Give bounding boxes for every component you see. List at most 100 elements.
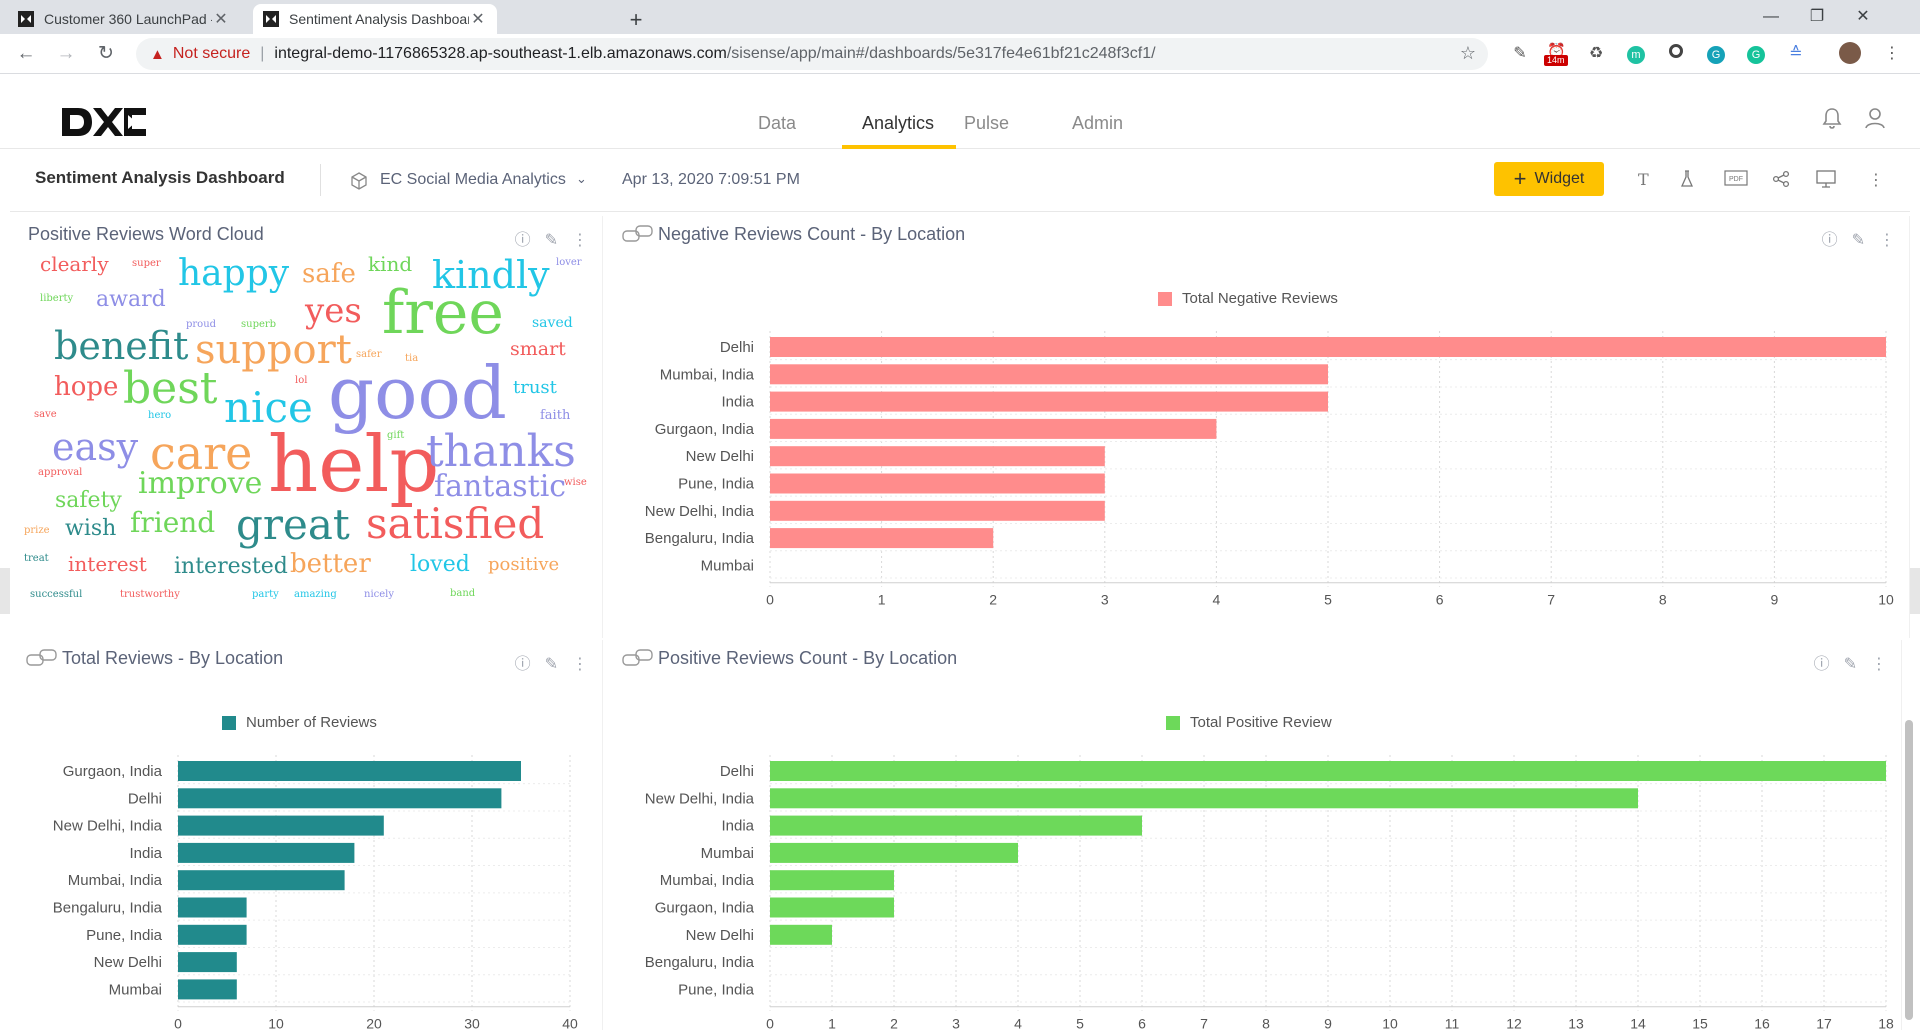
word-cloud-word[interactable]: best — [123, 367, 217, 411]
word-cloud-word[interactable]: great — [236, 504, 350, 546]
datasource-selector[interactable]: EC Social Media Analytics — [380, 171, 566, 189]
word-cloud-word[interactable]: amazing — [294, 590, 337, 600]
share-icon[interactable] — [1772, 170, 1790, 193]
widget-title[interactable]: Negative Reviews Count - By Location — [658, 224, 965, 244]
chevron-down-icon[interactable]: ⌄ — [576, 171, 587, 187]
widget-menu-icon[interactable]: ⋮ — [1879, 232, 1895, 249]
widget-menu-icon[interactable]: ⋮ — [1871, 656, 1887, 673]
word-cloud-word[interactable]: safe — [302, 261, 356, 287]
word-cloud-word[interactable]: improve — [138, 469, 262, 499]
profile-avatar-icon[interactable] — [1838, 42, 1862, 66]
word-cloud-word[interactable]: benefit — [54, 327, 188, 365]
info-icon[interactable]: ⓘ — [515, 232, 531, 249]
nav-analytics[interactable]: Analytics — [862, 113, 934, 134]
tab-close-icon[interactable]: ✕ — [469, 9, 487, 29]
word-cloud-word[interactable]: hero — [148, 411, 171, 421]
chrome-menu-icon[interactable]: ⋮ — [1880, 42, 1904, 66]
grammarly-green-icon[interactable]: G — [1744, 42, 1768, 66]
bar[interactable] — [178, 897, 247, 918]
grammarly-icon[interactable]: G — [1704, 42, 1728, 66]
bar[interactable] — [770, 870, 894, 891]
nav-pulse[interactable]: Pulse — [964, 113, 1009, 134]
info-icon[interactable]: ⓘ — [515, 656, 531, 673]
word-cloud-word[interactable]: wise — [564, 478, 587, 488]
nav-admin[interactable]: Admin — [1072, 113, 1123, 134]
widget-title[interactable]: Total Reviews - By Location — [62, 648, 283, 668]
bar[interactable] — [770, 446, 1105, 467]
word-cloud-word[interactable]: safety — [55, 490, 122, 512]
word-cloud-word[interactable]: band — [450, 589, 475, 599]
word-cloud-word[interactable]: party — [252, 590, 279, 600]
bar[interactable] — [770, 500, 1105, 521]
edit-pencil-icon[interactable]: ✎ — [545, 232, 558, 249]
word-cloud-word[interactable]: kind — [368, 254, 412, 274]
word-cloud-word[interactable]: trustworthy — [120, 590, 180, 600]
info-icon[interactable]: ⓘ — [1814, 656, 1830, 673]
nav-data[interactable]: Data — [758, 113, 796, 134]
edit-pencil-icon[interactable]: ✎ — [1844, 656, 1857, 673]
reload-icon[interactable]: ↻ — [92, 40, 120, 68]
bar[interactable] — [178, 952, 237, 973]
bar[interactable] — [178, 761, 521, 781]
bar[interactable] — [178, 979, 237, 1000]
left-panel-handle[interactable] — [0, 568, 10, 614]
word-cloud-word[interactable]: smart — [510, 340, 566, 359]
word-cloud-word[interactable]: help — [268, 426, 439, 504]
widget-title[interactable]: Positive Reviews Count - By Location — [658, 648, 957, 668]
bar[interactable] — [770, 761, 1886, 781]
edit-pencil-icon[interactable]: ✎ — [545, 656, 558, 673]
bar[interactable] — [178, 870, 345, 891]
browser-tab-customer360[interactable]: Customer 360 LaunchPad - Integ ✕ — [8, 4, 240, 34]
bar[interactable] — [178, 924, 247, 945]
info-icon[interactable]: ⓘ — [1822, 232, 1838, 249]
pdf-icon[interactable]: PDF — [1724, 170, 1748, 191]
dashboard-title[interactable]: Sentiment Analysis Dashboard — [35, 168, 285, 188]
monitor-icon[interactable] — [1816, 170, 1836, 193]
bar[interactable] — [178, 815, 384, 836]
widget-title[interactable]: Positive Reviews Word Cloud — [28, 224, 264, 245]
word-cloud-word[interactable]: approval — [38, 468, 82, 478]
word-cloud-word[interactable]: loved — [410, 554, 470, 576]
word-cloud-word[interactable]: interest — [68, 554, 147, 574]
word-cloud-word[interactable]: treat — [24, 554, 49, 564]
word-cloud-word[interactable]: happy — [178, 256, 289, 292]
word-cloud-word[interactable]: yes — [305, 294, 362, 328]
word-cloud-word[interactable]: nicely — [364, 590, 394, 600]
word-cloud-word[interactable]: friend — [130, 509, 215, 537]
word-cloud-word[interactable]: trust — [513, 379, 557, 397]
minimize-icon[interactable]: — — [1748, 4, 1794, 30]
chevrons-extension-icon[interactable]: ≙ — [1784, 42, 1808, 66]
close-window-icon[interactable]: ✕ — [1840, 4, 1886, 30]
word-cloud-word[interactable]: saved — [532, 316, 573, 330]
word-cloud-word[interactable]: wish — [65, 518, 116, 540]
widget-menu-icon[interactable]: ⋮ — [572, 232, 588, 249]
word-cloud-word[interactable]: super — [132, 259, 161, 269]
flask-icon[interactable] — [1680, 170, 1694, 193]
new-tab-button[interactable]: + — [622, 7, 650, 35]
bar[interactable] — [770, 788, 1638, 809]
bookmark-star-icon[interactable]: ☆ — [1460, 43, 1476, 64]
circle-extension-icon[interactable] — [1664, 42, 1688, 66]
tab-close-icon[interactable]: ✕ — [212, 9, 230, 29]
bar[interactable] — [770, 528, 994, 549]
page-scrollbar[interactable] — [1905, 720, 1913, 1020]
bar[interactable] — [770, 815, 1142, 836]
word-cloud-word[interactable]: liberty — [40, 294, 73, 304]
word-cloud-word[interactable]: free — [382, 283, 504, 343]
bar[interactable] — [770, 473, 1105, 494]
word-cloud-word[interactable]: positive — [488, 556, 559, 574]
restore-icon[interactable]: ❐ — [1794, 4, 1840, 30]
chart-legend[interactable]: Total Positive Review — [1166, 714, 1332, 731]
word-cloud-word[interactable]: better — [290, 551, 371, 577]
word-cloud-word[interactable]: good — [328, 357, 507, 429]
edit-pencil-icon[interactable]: ✎ — [1852, 232, 1865, 249]
browser-tab-sentiment[interactable]: Sentiment Analysis Dashboard - I ✕ — [253, 4, 497, 34]
address-bar[interactable]: ▲ Not secure | integral-demo-1176865328.… — [136, 38, 1488, 70]
dxc-logo[interactable] — [62, 105, 146, 144]
back-icon[interactable]: ← — [12, 40, 40, 68]
bell-icon[interactable] — [1822, 107, 1842, 135]
bar[interactable] — [770, 842, 1018, 863]
word-cloud-word[interactable]: thanks — [426, 430, 576, 474]
word-cloud-word[interactable]: easy — [52, 428, 138, 466]
timer-extension-icon[interactable]: ⏰ 14m — [1544, 42, 1574, 66]
